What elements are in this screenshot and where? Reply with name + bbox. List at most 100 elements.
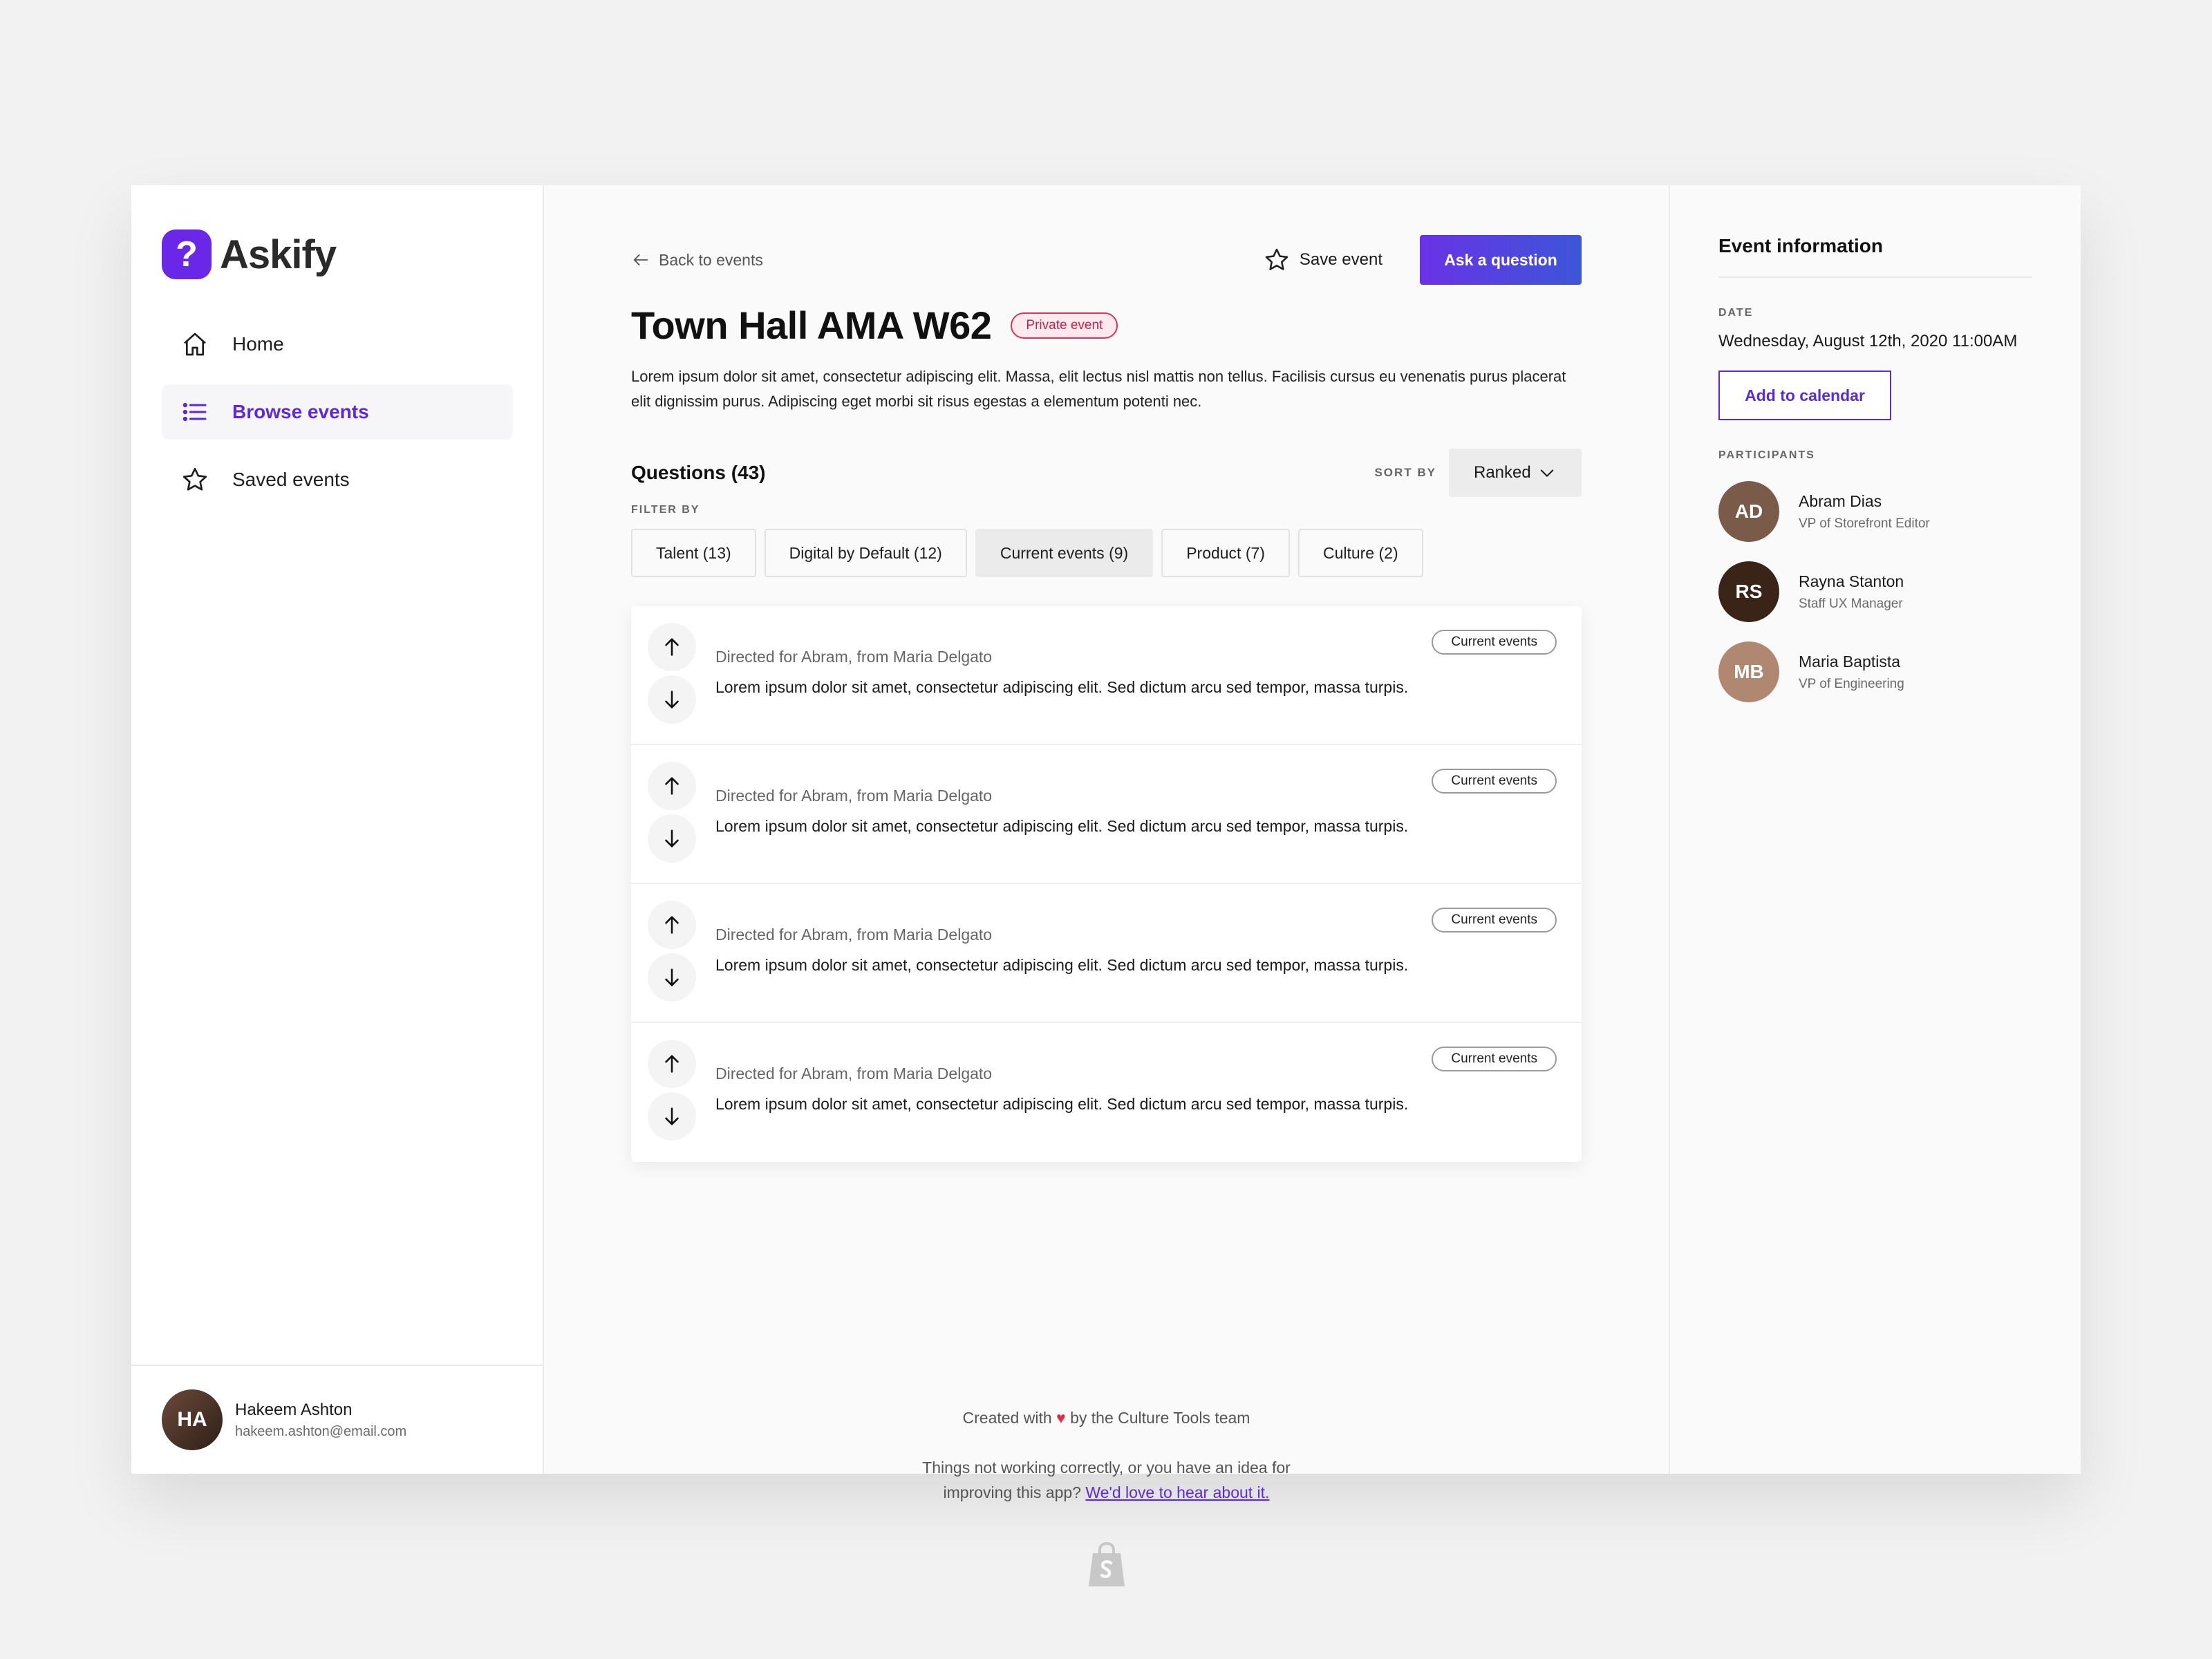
upvote-button[interactable]	[648, 762, 696, 810]
question-tag[interactable]: Current events	[1432, 769, 1557, 794]
private-event-badge: Private event	[1011, 312, 1118, 339]
filter-chip-product[interactable]: Product (7)	[1161, 529, 1290, 577]
filter-label: FILTER BY	[631, 504, 700, 516]
question-list: Directed for Abram, from Maria Delgato L…	[631, 606, 1582, 1162]
downvote-button[interactable]	[648, 814, 696, 863]
back-to-events-link[interactable]: Back to events	[631, 250, 763, 270]
save-event-button[interactable]: Save event	[1264, 247, 1382, 273]
downvote-button[interactable]	[648, 675, 696, 724]
shopping-bag-logo-icon	[1088, 1541, 1125, 1586]
user-name: Hakeem Ashton	[235, 1400, 353, 1419]
add-to-calendar-button[interactable]: Add to calendar	[1718, 371, 1891, 420]
created-prefix: Created with	[962, 1409, 1052, 1427]
question-text: Lorem ipsum dolor sit amet, consectetur …	[715, 817, 1409, 835]
arrow-up-icon	[665, 916, 679, 934]
sidebar-item-label: Saved events	[232, 469, 350, 490]
sidebar-item-label: Home	[232, 333, 284, 355]
feedback-line-2: improving this app?	[943, 1483, 1081, 1501]
participant-name: Abram Dias	[1799, 491, 1882, 510]
filter-chip-talent[interactable]: Talent (13)	[631, 529, 756, 577]
arrow-down-icon	[665, 1107, 679, 1125]
participant-name: Maria Baptista	[1799, 652, 1901, 671]
sidebar-nav: Home Browse events Saved events	[162, 317, 513, 520]
feedback-text: Things not working correctly, or you hav…	[544, 1455, 1669, 1505]
question-text: Lorem ipsum dolor sit amet, consectetur …	[715, 1095, 1409, 1113]
user-avatar: HA	[162, 1389, 223, 1450]
arrow-down-icon	[665, 968, 679, 986]
question-item: Directed for Abram, from Maria Delgato L…	[631, 884, 1582, 1023]
question-mark-logo-icon: ?	[162, 229, 212, 279]
chevron-down-icon	[1540, 469, 1554, 477]
question-tag[interactable]: Current events	[1432, 908, 1557, 932]
question-tag[interactable]: Current events	[1432, 630, 1557, 655]
downvote-button[interactable]	[648, 1092, 696, 1141]
question-item: Directed for Abram, from Maria Delgato L…	[631, 745, 1582, 884]
filter-chip-digital-by-default[interactable]: Digital by Default (12)	[764, 529, 967, 577]
event-date: Wednesday, August 12th, 2020 11:00AM	[1718, 332, 2018, 350]
back-label: Back to events	[659, 250, 763, 269]
arrow-up-icon	[665, 638, 679, 656]
main-content: Back to events Save event Ask a question…	[544, 185, 1669, 1586]
question-meta: Directed for Abram, from Maria Delgato	[715, 787, 993, 805]
question-text: Lorem ipsum dolor sit amet, consectetur …	[715, 678, 1409, 696]
sidebar-item-saved-events[interactable]: Saved events	[162, 452, 513, 507]
participant-item[interactable]: AD Abram Dias VP of Storefront Editor	[1718, 481, 2032, 542]
participant-role: VP of Storefront Editor	[1799, 516, 1930, 531]
user-profile[interactable]: HA Hakeem Ashton hakeem.ashton@email.com	[131, 1365, 543, 1474]
event-info-title: Event information	[1718, 235, 2032, 278]
created-suffix: by the Culture Tools team	[1070, 1409, 1250, 1427]
filter-chip-current-events[interactable]: Current events (9)	[975, 529, 1154, 577]
sidebar-item-browse-events[interactable]: Browse events	[162, 384, 513, 440]
save-label: Save event	[1299, 250, 1382, 269]
event-info-panel: Event information DATE Wednesday, August…	[1669, 185, 2081, 1474]
question-text: Lorem ipsum dolor sit amet, consectetur …	[715, 956, 1409, 974]
question-meta: Directed for Abram, from Maria Delgato	[715, 926, 993, 944]
app-window: ? Askify Home Browse events Saved events…	[131, 185, 2081, 1586]
upvote-button[interactable]	[648, 901, 696, 949]
participant-role: VP of Engineering	[1799, 676, 1904, 691]
feedback-line-1: Things not working correctly, or you hav…	[922, 1459, 1291, 1477]
participant-name: Rayna Stanton	[1799, 572, 1904, 590]
star-icon	[1265, 248, 1288, 270]
arrow-left-icon	[633, 254, 648, 265]
sort-select[interactable]: Ranked	[1449, 449, 1582, 497]
questions-heading: Questions (43)	[631, 462, 766, 483]
feedback-link[interactable]: We'd love to hear about it.	[1085, 1483, 1269, 1501]
participant-role: Staff UX Manager	[1799, 596, 1903, 611]
question-meta: Directed for Abram, from Maria Delgato	[715, 648, 993, 666]
created-with-text: Created with ♥ by the Culture Tools team	[544, 1409, 1669, 1427]
participants-label: PARTICIPANTS	[1718, 449, 1815, 461]
sidebar: ? Askify Home Browse events Saved events…	[131, 185, 544, 1474]
question-meta: Directed for Abram, from Maria Delgato	[715, 1065, 993, 1082]
participant-avatar: RS	[1718, 561, 1779, 622]
participant-avatar: MB	[1718, 641, 1779, 702]
filter-chips: Talent (13) Digital by Default (12) Curr…	[631, 529, 1582, 577]
home-icon	[184, 332, 206, 356]
arrow-up-icon	[665, 777, 679, 795]
arrow-up-icon	[665, 1055, 679, 1073]
question-item: Directed for Abram, from Maria Delgato L…	[631, 1023, 1582, 1162]
participant-avatar: AD	[1718, 481, 1779, 542]
heart-icon: ♥	[1056, 1409, 1066, 1427]
ask-question-button[interactable]: Ask a question	[1420, 235, 1582, 285]
downvote-button[interactable]	[648, 953, 696, 1002]
star-icon	[182, 467, 207, 491]
filter-chip-culture[interactable]: Culture (2)	[1297, 529, 1423, 577]
question-item: Directed for Abram, from Maria Delgato L…	[631, 606, 1582, 745]
upvote-button[interactable]	[648, 623, 696, 671]
sort-value: Ranked	[1474, 463, 1531, 482]
sort-label: SORT BY	[1374, 466, 1436, 479]
participant-item[interactable]: MB Maria Baptista VP of Engineering	[1718, 641, 2032, 702]
footer: Created with ♥ by the Culture Tools team…	[544, 1409, 1669, 1591]
topbar: Back to events Save event Ask a question	[631, 235, 1582, 285]
upvote-button[interactable]	[648, 1040, 696, 1088]
arrow-down-icon	[665, 691, 679, 709]
sidebar-item-home[interactable]: Home	[162, 317, 513, 372]
brand-logo[interactable]: ? Askify	[162, 229, 337, 279]
brand-name: Askify	[220, 232, 337, 277]
list-icon	[182, 402, 207, 422]
question-tag[interactable]: Current events	[1432, 1047, 1557, 1071]
user-email: hakeem.ashton@email.com	[235, 1423, 407, 1439]
participant-item[interactable]: RS Rayna Stanton Staff UX Manager	[1718, 561, 2032, 622]
event-description: Lorem ipsum dolor sit amet, consectetur …	[631, 368, 1566, 410]
